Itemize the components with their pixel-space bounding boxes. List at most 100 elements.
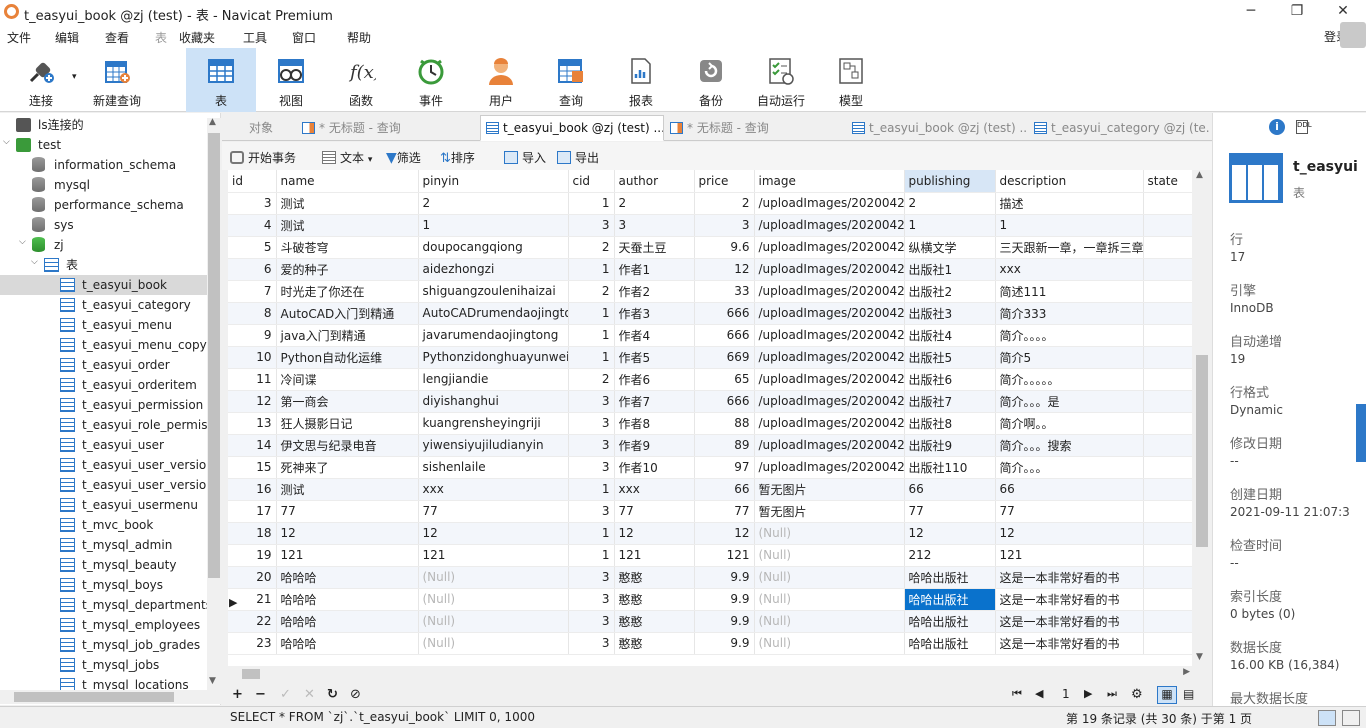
cell-cid[interactable]: 3 xyxy=(568,610,615,633)
cell-publishing[interactable]: 212 xyxy=(904,544,996,567)
connection-button[interactable]: 连接 ▾ xyxy=(10,48,77,112)
table-row[interactable]: 18 12 12 1 12 12 (Null) 12 12 xyxy=(228,522,1192,545)
cell-pinyin[interactable]: (Null) xyxy=(418,588,569,611)
cell-description[interactable]: 12 xyxy=(995,522,1144,545)
table-row[interactable]: 8AutoCAD入门到精通AutoCADrumendaojingtong1作者3… xyxy=(228,302,1192,325)
menu-edit[interactable]: 编辑 xyxy=(55,29,79,46)
menu-window[interactable]: 窗口 xyxy=(292,29,316,46)
cell-publishing[interactable]: 12 xyxy=(904,522,996,545)
cell-image[interactable]: (Null) xyxy=(754,544,905,567)
cell-price[interactable]: 9.9 xyxy=(694,632,755,655)
cell-image[interactable]: /uploadImages/20200426 xyxy=(754,412,905,435)
cell-state[interactable] xyxy=(1143,214,1192,237)
cell-pinyin[interactable]: doupocangqiong xyxy=(418,236,569,259)
cell-cid[interactable]: 1 xyxy=(568,324,615,347)
cell-description[interactable]: xxx xyxy=(995,258,1144,281)
sidebar-hscrollbar[interactable] xyxy=(0,690,207,704)
cell-image[interactable]: /uploadImages/20200426 xyxy=(754,324,905,347)
cell-pinyin[interactable]: shiguangzoulenihaizai xyxy=(418,280,569,303)
cell-cid[interactable]: 3 xyxy=(568,214,615,237)
cell-price[interactable]: 666 xyxy=(694,324,755,347)
cell-id[interactable]: 7 xyxy=(228,280,277,303)
cell-image[interactable]: /uploadImages/20200426 xyxy=(754,390,905,413)
cell-image[interactable]: (Null) xyxy=(754,588,905,611)
cell-name[interactable]: 第一商会 xyxy=(276,390,419,413)
cell-id[interactable]: 18 xyxy=(228,522,277,545)
table-row[interactable]: 17 77 77 3 77 77 暂无图片 77 77 xyxy=(228,500,1192,523)
cell-publishing[interactable]: 出版社7 xyxy=(904,390,996,413)
column-header-pinyin[interactable]: pinyin xyxy=(418,170,569,193)
cell-cid[interactable]: 1 xyxy=(568,192,615,215)
tab-0[interactable]: 对象 xyxy=(222,115,296,141)
layout-toggle-right-icon[interactable] xyxy=(1342,710,1360,726)
column-header-name[interactable]: name xyxy=(276,170,419,193)
cell-state[interactable] xyxy=(1143,192,1192,215)
cell-state[interactable] xyxy=(1143,236,1192,259)
sort-button[interactable]: ⇅排序 xyxy=(440,149,475,166)
cell-description[interactable]: 简介。。。是 xyxy=(995,390,1144,413)
cell-cid[interactable]: 2 xyxy=(568,236,615,259)
cell-pinyin[interactable]: 121 xyxy=(418,544,569,567)
cell-cid[interactable]: 1 xyxy=(568,346,615,369)
cell-author[interactable]: 作者2 xyxy=(614,280,695,303)
cell-description[interactable]: 简介。。。。 xyxy=(995,324,1144,347)
table-button[interactable]: 表 xyxy=(186,48,256,112)
cell-state[interactable] xyxy=(1143,324,1192,347)
cell-id[interactable]: 16 xyxy=(228,478,277,501)
apply-changes-button[interactable]: ✓ xyxy=(280,687,291,702)
cell-cid[interactable]: 3 xyxy=(568,500,615,523)
cell-publishing[interactable]: 1 xyxy=(904,214,996,237)
sidebar-item-information_schema-2[interactable]: information_schema xyxy=(0,155,207,175)
expand-arrow-icon[interactable]: ⌵ xyxy=(31,252,38,272)
cell-description[interactable]: 简介5 xyxy=(995,346,1144,369)
cell-id[interactable]: 6 xyxy=(228,258,277,281)
sidebar-item-mysql-3[interactable]: mysql xyxy=(0,175,207,195)
table-row[interactable]: 13 狂人摄影日记 kuangrensheyingriji 3 作者8 88/upload… xyxy=(228,412,1192,435)
table-row[interactable]: 15 死神来了 sishenlaile 3 作者10 97/uploadImages/20… xyxy=(228,456,1192,479)
cell-id[interactable]: 11 xyxy=(228,368,277,391)
cell-id[interactable]: 3 xyxy=(228,192,277,215)
cell-image[interactable]: /uploadImages/20200426 xyxy=(754,302,905,325)
cell-cid[interactable]: 1 xyxy=(568,302,615,325)
cell-price[interactable]: 33 xyxy=(694,280,755,303)
cell-image[interactable]: /uploadImages/20200426 xyxy=(754,236,905,259)
cell-author[interactable]: 121 xyxy=(614,544,695,567)
cell-id[interactable]: 12 xyxy=(228,390,277,413)
cell-id[interactable]: 19 xyxy=(228,544,277,567)
cell-author[interactable]: 憨憨 xyxy=(614,588,695,611)
cell-publishing[interactable]: 纵横文学 xyxy=(904,236,996,259)
cell-price[interactable]: 89 xyxy=(694,434,755,457)
cell-name[interactable]: 哈哈哈 xyxy=(276,632,419,655)
cell-description[interactable]: 简介333 xyxy=(995,302,1144,325)
cell-author[interactable]: 作者10 xyxy=(614,456,695,479)
cell-price[interactable]: 3 xyxy=(694,214,755,237)
cell-pinyin[interactable]: sishenlaile xyxy=(418,456,569,479)
cell-image[interactable]: /uploadImages/20200426 xyxy=(754,346,905,369)
cell-price[interactable]: 12 xyxy=(694,258,755,281)
new-query-button[interactable]: 新建查询 xyxy=(86,48,148,112)
table-row[interactable]: 5 斗破苍穹 doupocangqiong 2 天蚕土豆 9.6/uploadImages… xyxy=(228,236,1192,259)
cell-description[interactable]: 这是一本非常好看的书 xyxy=(995,610,1144,633)
cell-description[interactable]: 简介。。。搜索 xyxy=(995,434,1144,457)
cell-author[interactable]: 天蚕土豆 xyxy=(614,236,695,259)
previous-page-icon[interactable]: ◀ xyxy=(1035,687,1043,700)
cell-image[interactable]: (Null) xyxy=(754,566,905,589)
menu-tools[interactable]: 工具 xyxy=(243,29,267,46)
cell-state[interactable] xyxy=(1143,258,1192,281)
cell-state[interactable] xyxy=(1143,434,1192,457)
cell-name[interactable]: 测试 xyxy=(276,478,419,501)
cell-name[interactable]: 哈哈哈 xyxy=(276,610,419,633)
cell-id[interactable]: 10 xyxy=(228,346,277,369)
cell-id[interactable]: 9 xyxy=(228,324,277,347)
cell-name[interactable]: Python自动化运维 xyxy=(276,346,419,369)
last-page-icon[interactable]: ⏭ xyxy=(1107,687,1117,701)
cell-price[interactable]: 2 xyxy=(694,192,755,215)
cell-publishing[interactable]: 出版社110 xyxy=(904,456,996,479)
table-row[interactable]: 3 测试 2 1 2 2/uploadImages/20200426 2 描述 xyxy=(228,192,1192,215)
stop-button[interactable]: ⊘ xyxy=(350,687,361,702)
cell-id[interactable]: 15 xyxy=(228,456,277,479)
cell-publishing[interactable]: 哈哈出版社 xyxy=(904,566,996,589)
cell-description[interactable]: 1 xyxy=(995,214,1144,237)
sidebar-item-sys-5[interactable]: sys xyxy=(0,215,207,235)
cell-cid[interactable]: 3 xyxy=(568,390,615,413)
